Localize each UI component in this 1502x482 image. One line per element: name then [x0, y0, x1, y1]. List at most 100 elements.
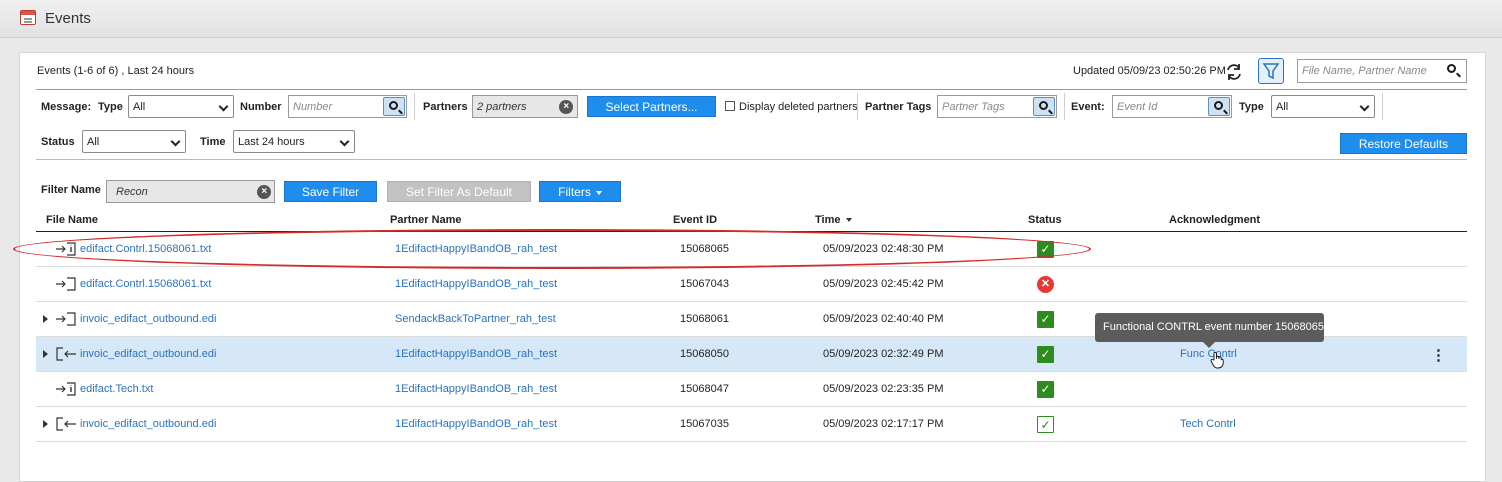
partners-label: Partners: [423, 101, 468, 113]
display-deleted-label: Display deleted partners: [739, 101, 858, 113]
chevron-down-icon: [1359, 101, 1370, 112]
file-name-link[interactable]: edifact.Contrl.15068061.txt: [80, 243, 211, 255]
status-success-outline-icon: ✓: [1037, 416, 1054, 433]
filters-dropdown-button[interactable]: Filters: [539, 181, 621, 202]
status-success-icon: ✓: [1037, 346, 1054, 363]
number-label: Number: [240, 101, 282, 113]
filter-name-field[interactable]: Recon ×: [106, 180, 275, 203]
event-time: 05/09/2023 02:40:40 PM: [823, 313, 944, 325]
select-partners-button[interactable]: Select Partners...: [587, 96, 716, 117]
expand-row-icon[interactable]: [43, 315, 48, 323]
quick-search-placeholder: File Name, Partner Name: [1302, 65, 1427, 77]
file-name-link[interactable]: invoic_edifact_outbound.edi: [80, 348, 216, 360]
file-name-link[interactable]: invoic_edifact_outbound.edi: [80, 418, 216, 430]
partner-name-link[interactable]: 1EdifactHappyIBandOB_rah_test: [395, 243, 557, 255]
divider: [414, 93, 415, 120]
column-header-time-label: Time: [815, 214, 841, 226]
table-row[interactable]: invoic_edifact_outbound.edi 1EdifactHapp…: [36, 407, 1467, 442]
event-label: Event:: [1071, 101, 1105, 113]
number-input[interactable]: Number: [288, 95, 407, 118]
window-title: Events: [45, 10, 91, 27]
more-options-icon[interactable]: ⋮: [1431, 346, 1446, 364]
event-id-input[interactable]: Event Id: [1112, 95, 1232, 118]
set-filter-default-button[interactable]: Set Filter As Default: [387, 181, 531, 202]
divider: [857, 93, 858, 120]
search-icon[interactable]: [1447, 64, 1456, 73]
event-type-select[interactable]: All: [1271, 95, 1375, 118]
partners-field[interactable]: 2 partners ×: [472, 95, 578, 118]
time-select[interactable]: Last 24 hours: [233, 130, 355, 153]
column-header-partner-name[interactable]: Partner Name: [390, 214, 462, 226]
event-id: 15067035: [680, 418, 729, 430]
file-name-link[interactable]: edifact.Tech.txt: [80, 383, 153, 395]
caret-down-icon: [595, 190, 602, 195]
save-filter-button[interactable]: Save Filter: [284, 181, 377, 202]
event-id: 15068061: [680, 313, 729, 325]
partner-name-link[interactable]: SendackBackToPartner_rah_test: [395, 313, 556, 325]
file-name-link[interactable]: edifact.Contrl.15068061.txt: [80, 278, 211, 290]
column-header-event-id[interactable]: Event ID: [673, 214, 717, 226]
status-value: All: [87, 136, 100, 148]
partner-name-link[interactable]: 1EdifactHappyIBandOB_rah_test: [395, 383, 557, 395]
clear-icon[interactable]: ×: [559, 100, 573, 114]
partner-tags-placeholder: Partner Tags: [942, 101, 1005, 113]
message-label: Message:: [41, 101, 92, 113]
refresh-icon[interactable]: [1224, 62, 1244, 82]
message-type-value: All: [133, 101, 146, 113]
expand-row-icon[interactable]: [43, 350, 48, 358]
events-count: Events (1-6 of 6) , Last 24 hours: [37, 65, 195, 77]
status-select[interactable]: All: [82, 130, 186, 153]
window-titlebar: Events: [0, 0, 1502, 38]
status-success-icon: ✓: [1037, 241, 1054, 258]
clear-icon[interactable]: ×: [257, 185, 271, 199]
table-row[interactable]: edifact.Tech.txt 1EdifactHappyIBandOB_ra…: [36, 372, 1467, 407]
search-icon: [389, 101, 398, 110]
event-time: 05/09/2023 02:45:42 PM: [823, 278, 944, 290]
partner-tags-input[interactable]: Partner Tags: [937, 95, 1057, 118]
partner-tags-search-button[interactable]: [1033, 97, 1055, 116]
restore-defaults-button[interactable]: Restore Defaults: [1340, 133, 1467, 154]
events-panel: Events (1-6 of 6) , Last 24 hours Update…: [13, 52, 1486, 482]
partner-tags-label: Partner Tags: [865, 101, 932, 113]
partners-value: 2 partners: [477, 101, 527, 113]
event-id: 15068047: [680, 383, 729, 395]
partner-name-link[interactable]: 1EdifactHappyIBandOB_rah_test: [395, 418, 557, 430]
event-id: 15068065: [680, 243, 729, 255]
partner-name-link[interactable]: 1EdifactHappyIBandOB_rah_test: [395, 348, 557, 360]
filters-dropdown-label: Filters: [558, 185, 591, 199]
column-header-status[interactable]: Status: [1028, 214, 1062, 226]
filter-name-value: Recon: [116, 186, 148, 198]
filter-name-label: Filter Name: [41, 184, 101, 196]
status-success-icon: ✓: [1037, 381, 1054, 398]
display-deleted-checkbox[interactable]: [725, 101, 735, 111]
hand-cursor-icon: [1210, 351, 1224, 369]
chevron-down-icon: [170, 136, 181, 147]
column-header-time[interactable]: Time: [815, 214, 853, 226]
inbound-arrow-icon: [56, 277, 76, 291]
event-time: 05/09/2023 02:17:17 PM: [823, 418, 944, 430]
table-row[interactable]: edifact.Contrl.15068061.txt 1EdifactHapp…: [36, 267, 1467, 302]
status-label: Status: [41, 136, 75, 148]
acknowledgment-link[interactable]: Tech Contrl: [1180, 418, 1236, 430]
number-search-button[interactable]: [383, 97, 405, 116]
filter-toggle-button[interactable]: [1258, 58, 1284, 84]
event-type-value: All: [1276, 101, 1289, 113]
quick-search-input[interactable]: File Name, Partner Name: [1297, 59, 1467, 83]
column-header-acknowledgment[interactable]: Acknowledgment: [1169, 214, 1260, 226]
calendar-icon: [20, 10, 36, 25]
search-icon: [1039, 101, 1048, 110]
divider: [36, 89, 1467, 90]
file-name-link[interactable]: invoic_edifact_outbound.edi: [80, 313, 216, 325]
table-row[interactable]: edifact.Contrl.15068061.txt 1EdifactHapp…: [36, 232, 1467, 267]
table-row[interactable]: invoic_edifact_outbound.edi 1EdifactHapp…: [36, 337, 1467, 372]
message-type-select[interactable]: All: [128, 95, 234, 118]
expand-row-icon[interactable]: [43, 420, 48, 428]
event-id-search-button[interactable]: [1208, 97, 1230, 116]
partner-name-link[interactable]: 1EdifactHappyIBandOB_rah_test: [395, 278, 557, 290]
column-header-file-name[interactable]: File Name: [46, 214, 98, 226]
acknowledgment-link[interactable]: Func Contrl: [1180, 348, 1237, 360]
divider: [36, 159, 1467, 160]
event-type-label: Type: [1239, 101, 1264, 113]
outbound-arrow-icon: [56, 417, 76, 431]
event-id: 15067043: [680, 278, 729, 290]
